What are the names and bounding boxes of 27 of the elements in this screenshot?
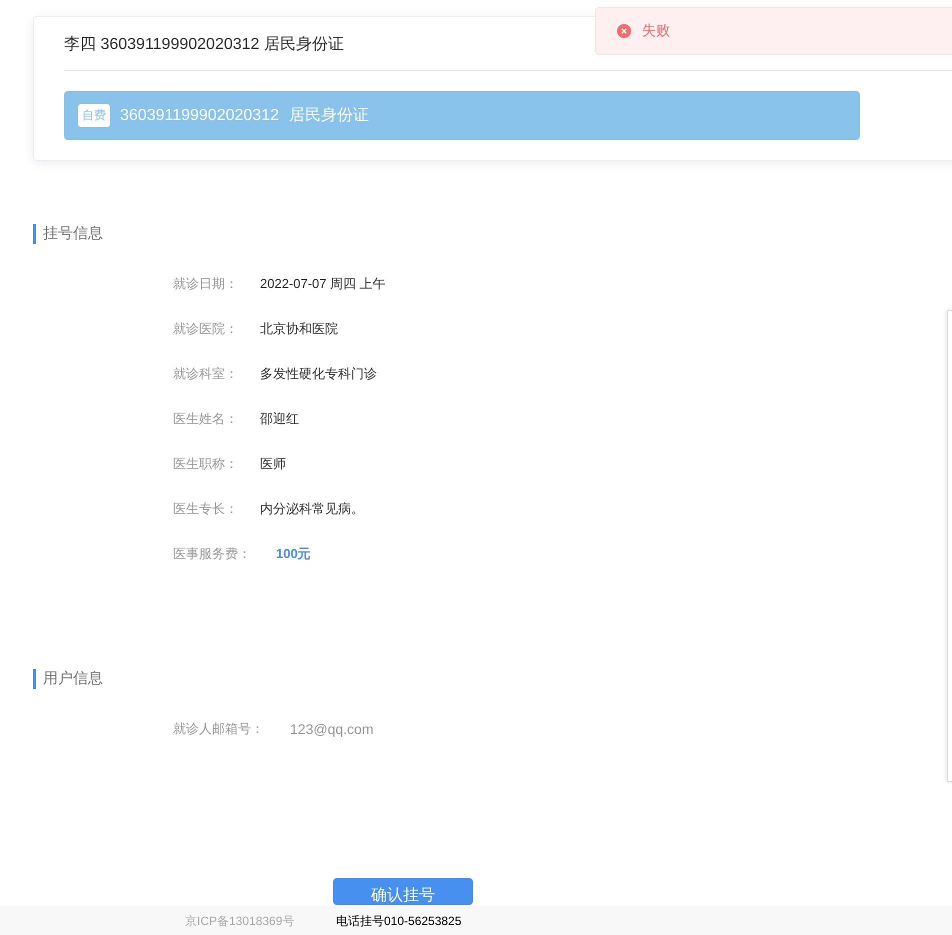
field-value: 北京协和医院 bbox=[260, 320, 338, 338]
field-label: 就诊医院： bbox=[173, 320, 239, 338]
icp-text: 京ICP备13018369号 bbox=[185, 914, 296, 928]
patient-option[interactable]: 自费 360391199902020312 居民身份证 bbox=[64, 91, 860, 140]
toast-message: 失败 bbox=[642, 22, 670, 40]
field-label: 医事服务费： bbox=[173, 544, 252, 562]
id-type: 居民身份证 bbox=[288, 106, 369, 126]
field-label: 医生职称： bbox=[173, 454, 239, 472]
field-value: 邵迎红 bbox=[260, 410, 299, 428]
field-value: 100元 bbox=[276, 544, 311, 562]
field-label: 医生姓名： bbox=[173, 410, 239, 428]
field-value: 123@qq.com bbox=[290, 720, 374, 736]
field-label: 就诊人邮箱号： bbox=[173, 720, 265, 738]
fee-type-tag: 自费 bbox=[78, 104, 110, 127]
phone-text: 电话挂号010-56253825 bbox=[336, 914, 462, 928]
id-number: 360391199902020312 bbox=[120, 106, 279, 124]
field-value: 2022-07-07 周四 上午 bbox=[260, 274, 386, 292]
field-value: 内分泌科常见病。 bbox=[260, 500, 364, 518]
section-heading: 挂号信息 bbox=[33, 224, 952, 244]
patient-title: 李四 360391199902020312 居民身份证 bbox=[64, 34, 344, 55]
confirm-button[interactable]: 确认挂号 bbox=[333, 878, 473, 905]
error-icon bbox=[617, 24, 631, 38]
field-label: 就诊日期： bbox=[173, 274, 239, 292]
field-label: 就诊科室： bbox=[173, 364, 239, 382]
field-value: 医师 bbox=[260, 454, 286, 472]
field-value: 多发性硬化专科门诊 bbox=[260, 364, 377, 382]
field-label: 医生专长： bbox=[173, 500, 239, 518]
